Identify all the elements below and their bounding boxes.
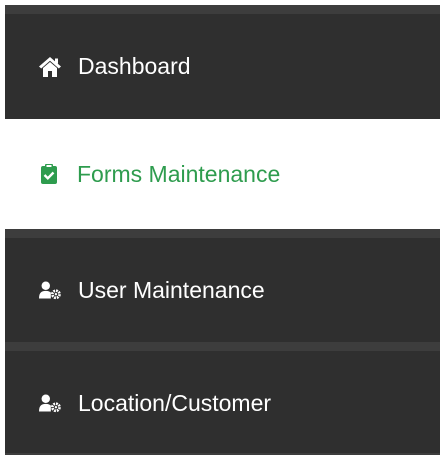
sidebar-menu: Dashboard Forms Maintenance User Mainten…: [0, 0, 440, 455]
user-gear-icon: [39, 392, 61, 414]
sidebar-item-label: Location/Customer: [78, 389, 272, 416]
sidebar-item-location-customer[interactable]: Location/Customer: [5, 342, 440, 455]
sidebar-item-forms-maintenance[interactable]: Forms Maintenance: [0, 119, 440, 229]
sidebar-item-dashboard[interactable]: Dashboard: [5, 5, 440, 119]
sidebar-item-user-maintenance[interactable]: User Maintenance: [5, 229, 440, 342]
sidebar-item-label: Forms Maintenance: [77, 160, 281, 187]
user-gear-icon: [39, 279, 61, 301]
clipboard-check-icon: [38, 163, 60, 185]
sidebar-item-label: User Maintenance: [78, 276, 265, 303]
home-icon: [39, 56, 61, 78]
sidebar-item-label: Dashboard: [78, 53, 191, 79]
